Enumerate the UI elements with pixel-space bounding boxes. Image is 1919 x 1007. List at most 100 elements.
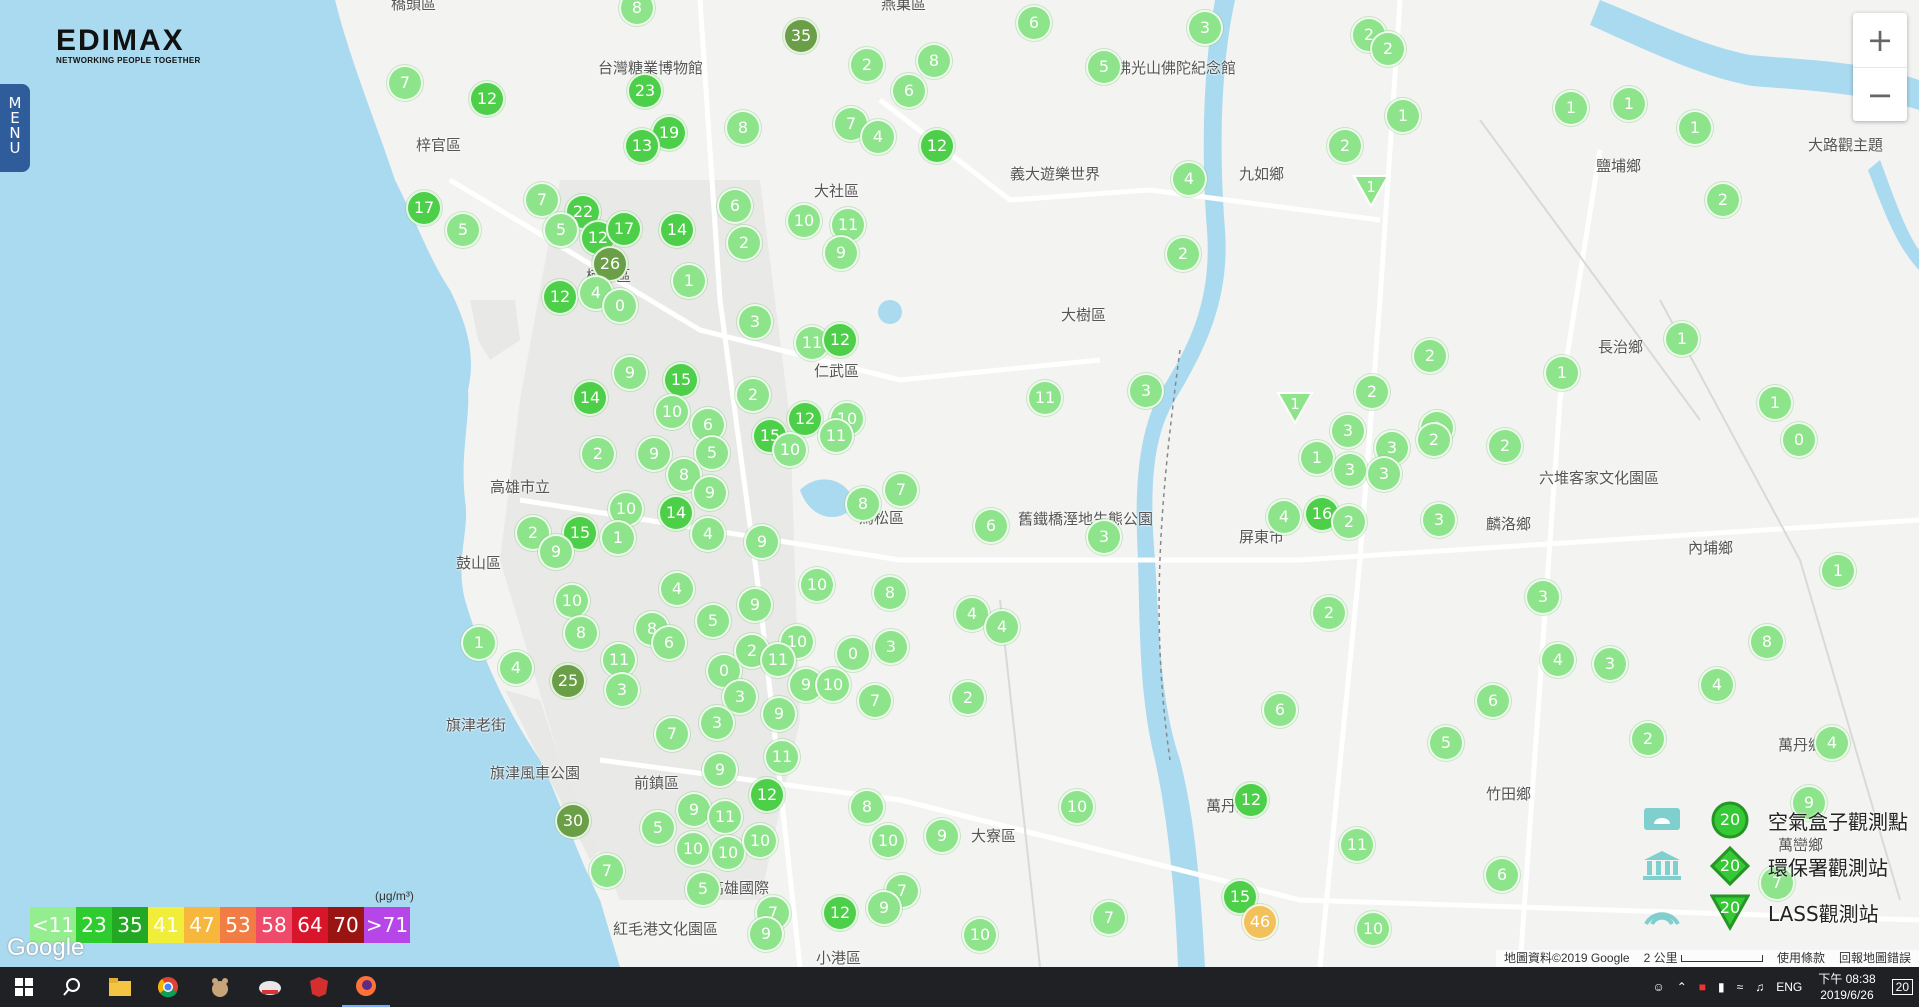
airbox-station-marker[interactable]: 3 xyxy=(1592,646,1628,682)
airbox-station-marker[interactable]: 5 xyxy=(1086,49,1122,85)
type-row-epa[interactable]: 20 環保署觀測站 xyxy=(1640,844,1919,888)
airbox-station-marker[interactable]: 11 xyxy=(818,418,854,454)
airbox-station-marker[interactable]: 4 xyxy=(1171,161,1207,197)
airbox-station-marker[interactable]: 11 xyxy=(1339,827,1375,863)
airbox-station-marker[interactable]: 13 xyxy=(624,128,660,164)
airbox-station-marker[interactable]: 1 xyxy=(1385,98,1421,134)
airbox-station-marker[interactable]: 4 xyxy=(860,119,896,155)
airbox-station-marker[interactable]: 9 xyxy=(761,696,797,732)
airbox-station-marker[interactable]: 0 xyxy=(835,636,871,672)
airbox-station-marker[interactable]: 5 xyxy=(445,212,481,248)
airbox-station-marker[interactable]: 1 xyxy=(1611,86,1647,122)
language-indicator[interactable]: ENG xyxy=(1776,980,1802,994)
airbox-station-marker[interactable]: 8 xyxy=(849,789,885,825)
airbox-station-marker[interactable]: 10 xyxy=(1059,789,1095,825)
airbox-station-marker[interactable]: 14 xyxy=(659,212,695,248)
map-view[interactable]: 梓官區楠梓區大社區仁武區鳥松區大樹區九如鄉鹽埔鄉長治鄉麟洛鄉內埔鄉竹田鄉萬丹鄉大… xyxy=(0,0,1919,967)
airbox-station-marker[interactable]: 10 xyxy=(742,823,778,859)
airbox-station-marker[interactable]: 6 xyxy=(973,508,1009,544)
airbox-station-marker[interactable]: 2 xyxy=(735,377,771,413)
airbox-station-marker[interactable]: 1 xyxy=(1553,90,1589,126)
airbox-station-marker[interactable]: 9 xyxy=(823,235,859,271)
airbox-station-marker[interactable]: 12 xyxy=(542,279,578,315)
airbox-station-marker[interactable]: 9 xyxy=(612,355,648,391)
airbox-station-marker[interactable]: 6 xyxy=(1475,683,1511,719)
edimax-logo[interactable]: EDIMAX NETWORKING PEOPLE TOGETHER xyxy=(56,26,201,66)
airbox-station-marker[interactable]: 9 xyxy=(692,475,728,511)
airbox-station-marker[interactable]: 2 xyxy=(1165,236,1201,272)
airbox-station-marker[interactable]: 3 xyxy=(1525,579,1561,615)
airbox-station-marker[interactable]: 2 xyxy=(1354,374,1390,410)
airbox-station-marker[interactable]: 2 xyxy=(1311,595,1347,631)
airbox-station-marker[interactable]: 12 xyxy=(822,322,858,358)
airbox-station-marker[interactable]: 4 xyxy=(1266,499,1302,535)
airbox-station-marker[interactable]: 5 xyxy=(543,212,579,248)
file-explorer-button[interactable] xyxy=(96,967,144,1007)
airbox-station-marker[interactable]: 1 xyxy=(600,520,636,556)
airbox-station-marker[interactable]: 5 xyxy=(685,871,721,907)
airbox-station-marker[interactable]: 5 xyxy=(695,603,731,639)
wifi-icon[interactable]: ≈ xyxy=(1737,980,1744,994)
airbox-station-marker[interactable]: 1 xyxy=(1677,110,1713,146)
search-button[interactable] xyxy=(48,967,96,1007)
type-row-airbox[interactable]: 20 空氣盒子觀測點 xyxy=(1640,798,1919,842)
airbox-station-marker[interactable]: 2 xyxy=(1331,504,1367,540)
airbox-station-marker[interactable]: 7 xyxy=(654,716,690,752)
airbox-station-marker[interactable]: 6 xyxy=(651,625,687,661)
airbox-station-marker[interactable]: 6 xyxy=(1484,857,1520,893)
airbox-station-marker[interactable]: 12 xyxy=(822,895,858,931)
airbox-station-marker[interactable]: 17 xyxy=(406,190,442,226)
airbox-station-marker[interactable]: 8 xyxy=(845,486,881,522)
airbox-station-marker[interactable]: 14 xyxy=(572,380,608,416)
airbox-station-marker[interactable]: 6 xyxy=(717,188,753,224)
zoom-out-button[interactable]: − xyxy=(1853,67,1907,122)
airbox-station-marker[interactable]: 25 xyxy=(550,663,586,699)
type-row-lass[interactable]: 20 LASS觀測站 xyxy=(1640,890,1919,934)
airbox-station-marker[interactable]: 35 xyxy=(783,18,819,54)
airbox-station-marker[interactable]: 1 xyxy=(1757,385,1793,421)
airbox-station-marker[interactable]: 12 xyxy=(749,777,785,813)
airbox-station-marker[interactable]: 6 xyxy=(891,73,927,109)
airbox-station-marker[interactable]: 1 xyxy=(1664,321,1700,357)
airbox-station-marker[interactable]: 10 xyxy=(654,394,690,430)
volume-icon[interactable]: ♫ xyxy=(1755,980,1764,994)
airbox-station-marker[interactable]: 12 xyxy=(919,128,955,164)
airbox-station-marker[interactable]: 10 xyxy=(786,203,822,239)
airbox-station-marker[interactable]: 17 xyxy=(606,211,642,247)
airbox-station-marker[interactable]: 4 xyxy=(1699,667,1735,703)
airbox-station-marker[interactable]: 46 xyxy=(1242,904,1278,940)
report-error-link[interactable]: 回報地圖錯誤 xyxy=(1839,950,1911,967)
airbox-station-marker[interactable]: 14 xyxy=(658,495,694,531)
chevron-up-icon[interactable]: ⌃ xyxy=(1677,980,1687,994)
airbox-station-marker[interactable]: 5 xyxy=(1428,725,1464,761)
airbox-station-marker[interactable]: 4 xyxy=(1814,725,1850,761)
menu-tab[interactable]: MENU xyxy=(0,84,30,172)
airbox-station-marker[interactable]: 2 xyxy=(1705,182,1741,218)
airbox-station-marker[interactable]: 3 xyxy=(1128,373,1164,409)
airbox-station-marker[interactable]: 3 xyxy=(604,672,640,708)
airbox-station-marker[interactable]: 3 xyxy=(873,629,909,665)
airbox-station-marker[interactable]: 2 xyxy=(1487,428,1523,464)
airbox-station-marker[interactable]: 10 xyxy=(1355,911,1391,947)
airbox-station-marker[interactable]: 9 xyxy=(748,916,784,952)
airbox-station-marker[interactable]: 9 xyxy=(538,534,574,570)
airbox-station-marker[interactable]: 4 xyxy=(690,516,726,552)
airbox-station-marker[interactable]: 9 xyxy=(737,587,773,623)
airbox-station-marker[interactable]: 2 xyxy=(1630,721,1666,757)
start-button[interactable] xyxy=(0,967,48,1007)
airbox-station-marker[interactable]: 10 xyxy=(675,831,711,867)
airbox-station-marker[interactable]: 1 xyxy=(1820,553,1856,589)
airbox-station-marker[interactable]: 4 xyxy=(1540,642,1576,678)
airbox-station-marker[interactable]: 2 xyxy=(950,680,986,716)
airbox-station-marker[interactable]: 6 xyxy=(1016,5,1052,41)
airbox-station-marker[interactable]: 9 xyxy=(702,752,738,788)
airbox-station-marker[interactable]: 2 xyxy=(580,436,616,472)
app-button-3[interactable] xyxy=(295,967,343,1007)
airbox-station-marker[interactable]: 2 xyxy=(726,225,762,261)
airbox-station-marker[interactable]: 6 xyxy=(1262,692,1298,728)
airbox-station-marker[interactable]: 10 xyxy=(962,917,998,953)
airbox-station-marker[interactable]: 9 xyxy=(744,524,780,560)
lass-station-marker[interactable]: 1 xyxy=(1352,174,1390,208)
airbox-station-marker[interactable]: 11 xyxy=(1027,380,1063,416)
airbox-station-marker[interactable]: 1 xyxy=(1299,440,1335,476)
